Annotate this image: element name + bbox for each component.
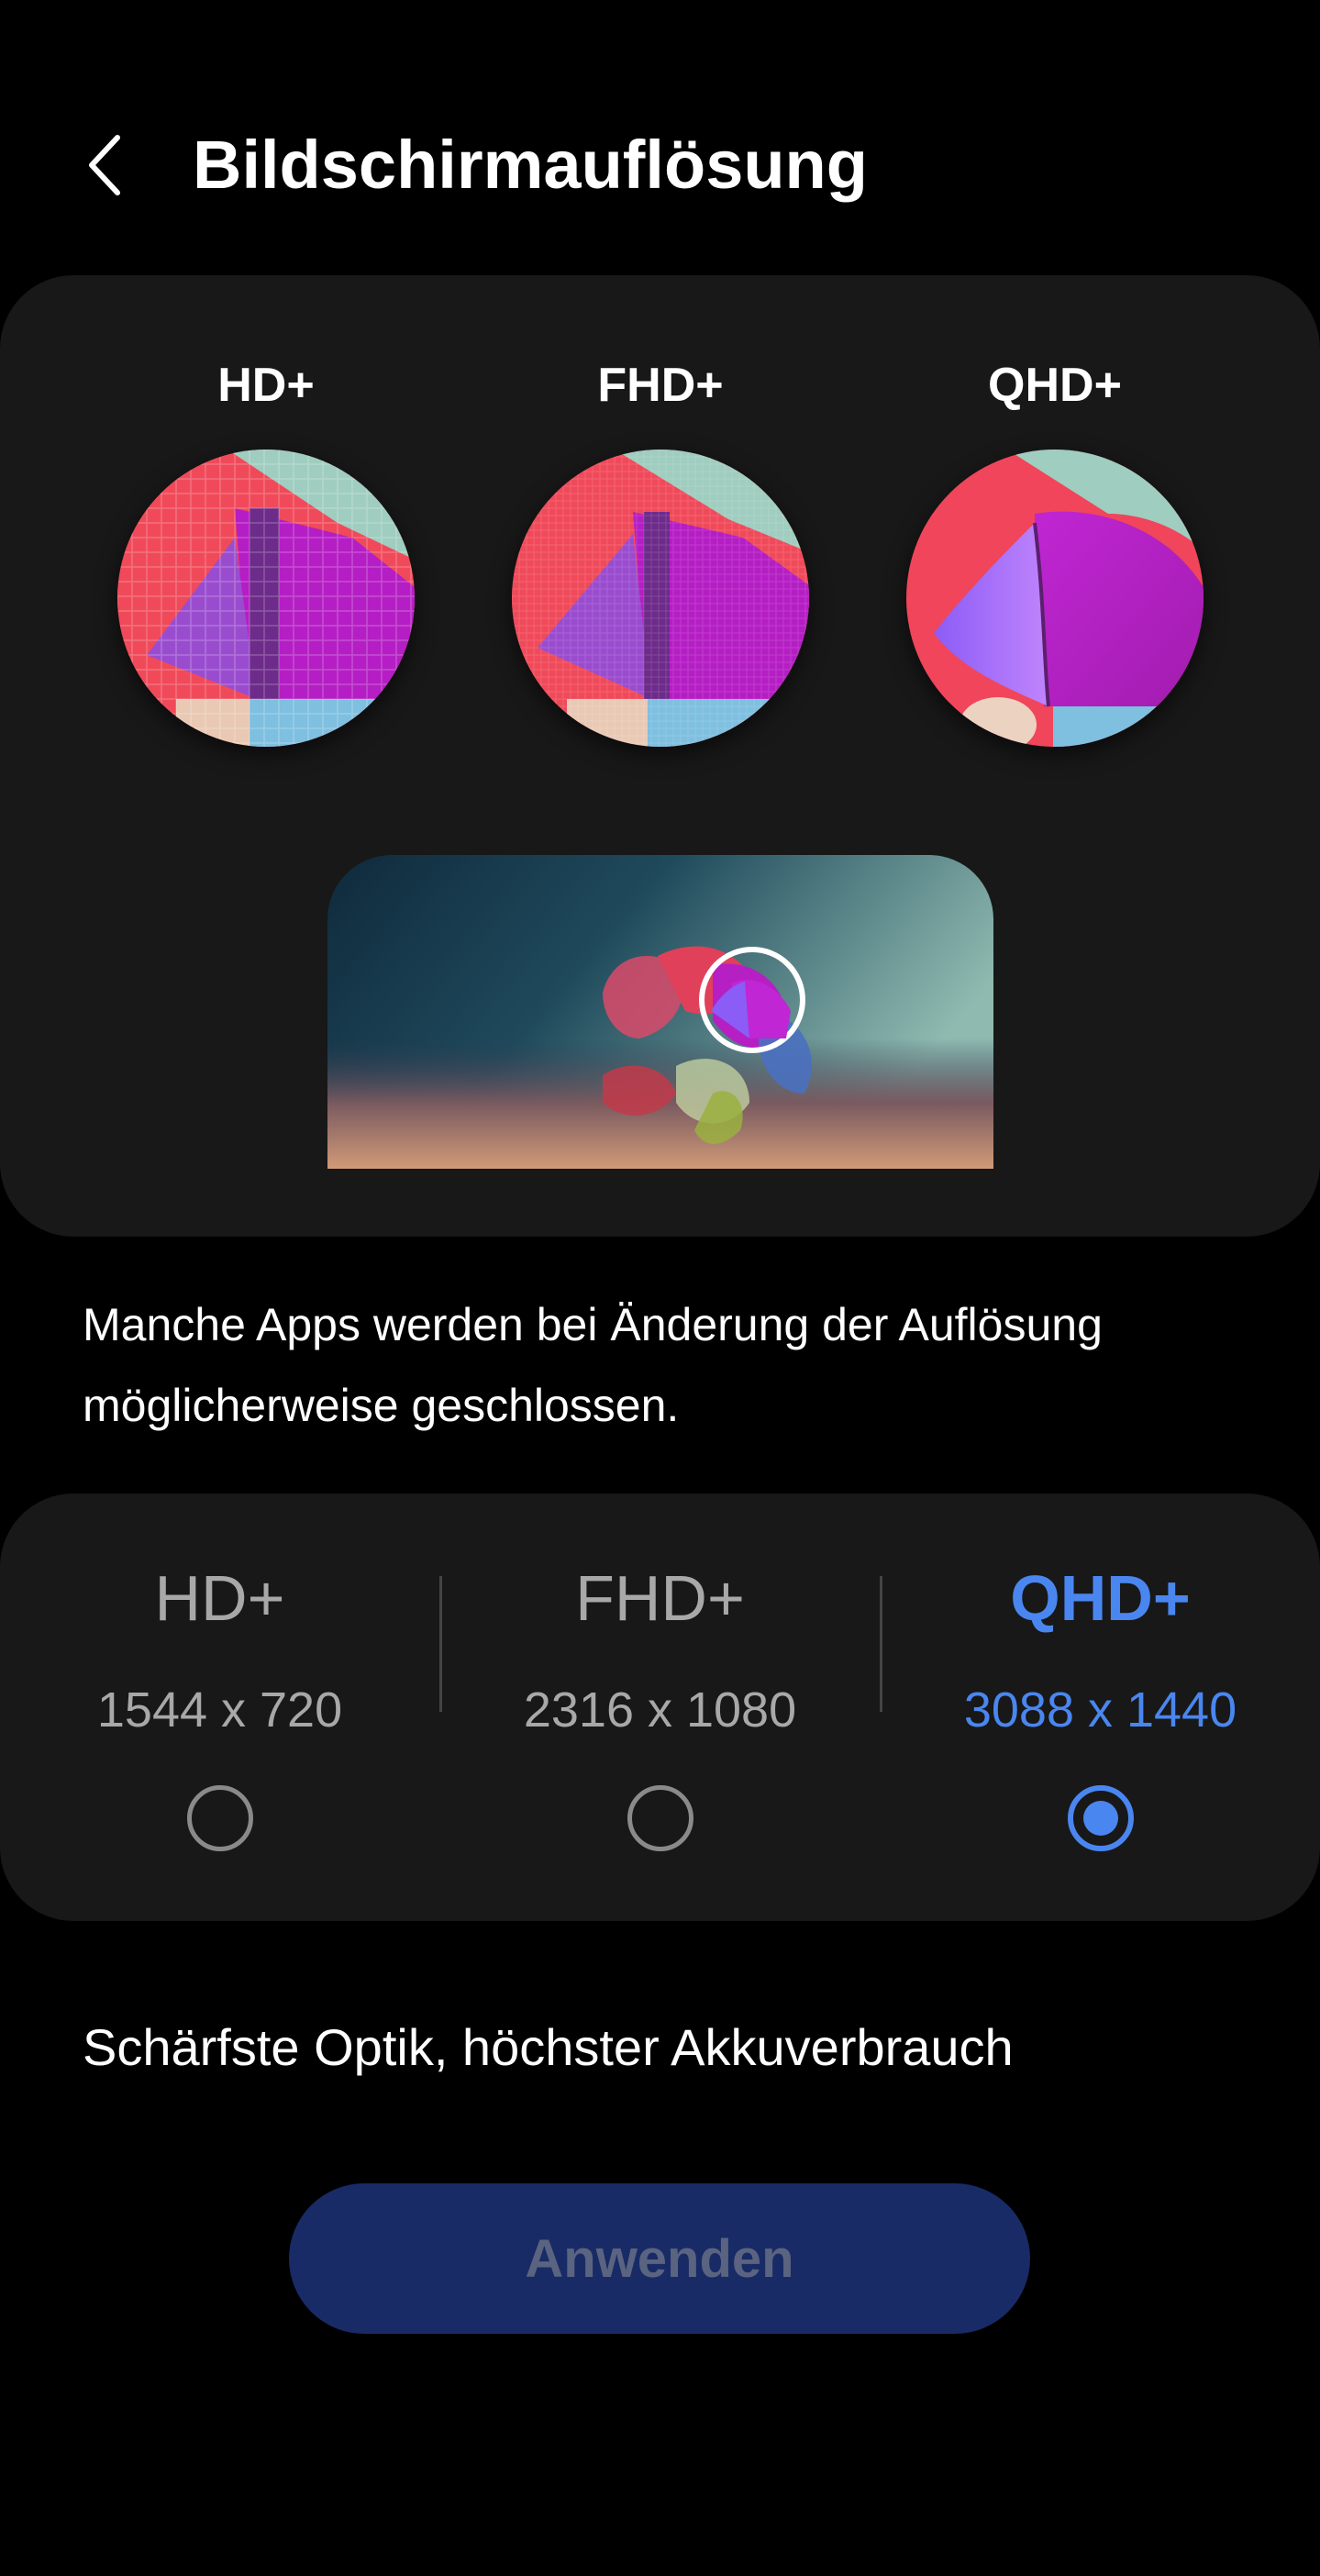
preview-zoom-hd bbox=[117, 450, 415, 747]
option-hd-resolution: 1544 x 720 bbox=[96, 1682, 343, 1738]
info-text: Manche Apps werden bei Änderung der Aufl… bbox=[83, 1299, 1103, 1431]
radio-hd[interactable] bbox=[186, 1785, 253, 1851]
radio-qhd[interactable] bbox=[1067, 1785, 1134, 1851]
option-qhd[interactable]: QHD+ 3088 x 1440 bbox=[881, 1493, 1320, 1921]
preview-zoom-qhd bbox=[906, 450, 1204, 747]
wallpaper-preview bbox=[327, 855, 993, 1169]
option-hd-label: HD+ bbox=[154, 1562, 285, 1634]
radio-fhd[interactable] bbox=[627, 1785, 693, 1851]
preview-qhd: QHD+ bbox=[899, 358, 1211, 747]
option-fhd[interactable]: FHD+ 2316 x 1080 bbox=[440, 1493, 880, 1921]
apply-button[interactable]: Anwenden bbox=[289, 2183, 1030, 2334]
resolution-options: HD+ 1544 x 720 FHD+ 2316 x 1080 QHD+ 308… bbox=[0, 1493, 1320, 1921]
preview-hd: HD+ bbox=[110, 358, 422, 747]
option-fhd-resolution: 2316 x 1080 bbox=[523, 1682, 797, 1738]
preview-fhd: FHD+ bbox=[505, 358, 816, 747]
option-qhd-resolution: 3088 x 1440 bbox=[963, 1682, 1237, 1738]
app-header: Bildschirmauflösung bbox=[0, 110, 1320, 220]
option-qhd-label: QHD+ bbox=[1010, 1562, 1191, 1634]
page-title: Bildschirmauflösung bbox=[193, 127, 868, 203]
option-hd[interactable]: HD+ 1544 x 720 bbox=[0, 1493, 439, 1921]
chevron-left-icon bbox=[89, 135, 120, 195]
resolution-description: Schärfste Optik, höchster Akkuverbrauch bbox=[83, 2018, 1014, 2076]
option-fhd-label: FHD+ bbox=[575, 1562, 745, 1634]
preview-label-hd: HD+ bbox=[217, 359, 315, 412]
preview-zoom-fhd bbox=[512, 450, 809, 747]
preview-label-fhd: FHD+ bbox=[597, 359, 724, 412]
resolution-preview-card: HD+ FHD+ QHD+ bbox=[0, 275, 1320, 1237]
preview-label-qhd: QHD+ bbox=[988, 359, 1122, 412]
back-button[interactable] bbox=[73, 128, 138, 202]
